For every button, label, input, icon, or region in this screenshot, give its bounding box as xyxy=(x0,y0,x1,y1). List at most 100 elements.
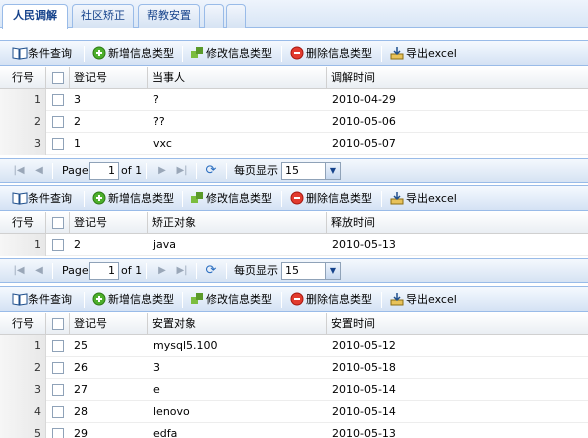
page-number-input[interactable]: 1 xyxy=(89,262,119,280)
date-cell: 2010-05-14 xyxy=(332,405,396,418)
header-party[interactable]: 当事人 xyxy=(148,67,327,89)
delete-type-button[interactable]: 删除信息类型 xyxy=(290,45,372,63)
per-page-select[interactable]: 15 ▼ xyxy=(281,262,341,280)
select-all-checkbox[interactable] xyxy=(52,217,64,229)
add-label: 新增信息类型 xyxy=(108,192,174,205)
edit-type-button[interactable]: 修改信息类型 xyxy=(190,190,272,208)
table-row[interactable]: 2 26 3 2010-05-18 xyxy=(0,357,588,379)
first-page-icon[interactable]: |◀ xyxy=(12,164,26,178)
toolbar-section-1: 条件查询 新增信息类型 修改信息类型 删除信息类型 导出excel xyxy=(0,40,588,66)
page-number-input[interactable]: 1 xyxy=(89,162,119,180)
delete-type-button[interactable]: 删除信息类型 xyxy=(290,291,372,309)
first-page-icon[interactable]: |◀ xyxy=(12,264,26,278)
subject-cell: lenovo xyxy=(153,405,190,418)
delete-type-button[interactable]: 删除信息类型 xyxy=(290,190,372,208)
subject-cell: e xyxy=(153,383,160,396)
tab-resettlement[interactable]: 帮教安置 xyxy=(138,4,200,28)
delete-icon xyxy=(290,191,304,205)
table-row[interactable]: 1 25 mysql5.100 2010-05-12 xyxy=(0,335,588,357)
row-checkbox[interactable] xyxy=(52,239,64,251)
table-row[interactable]: 5 29 edfa 2010-05-13 xyxy=(0,423,588,438)
date-cell: 2010-05-14 xyxy=(332,383,396,396)
header-reg-no[interactable]: 登记号 xyxy=(70,313,148,335)
table-row[interactable]: 1 3 ? 2010-04-29 xyxy=(0,89,588,111)
add-type-button[interactable]: 新增信息类型 xyxy=(92,45,174,63)
add-type-button[interactable]: 新增信息类型 xyxy=(92,291,174,309)
select-all-checkbox[interactable] xyxy=(52,72,64,84)
book-icon xyxy=(12,292,28,306)
last-page-icon[interactable]: ▶| xyxy=(175,264,189,278)
export-icon xyxy=(390,46,404,60)
row-checkbox[interactable] xyxy=(52,138,64,150)
row-checkbox[interactable] xyxy=(52,116,64,128)
table-row[interactable]: 3 27 e 2010-05-14 xyxy=(0,379,588,401)
add-label: 新增信息类型 xyxy=(108,47,174,60)
export-excel-button[interactable]: 导出excel xyxy=(390,190,457,208)
book-icon xyxy=(12,46,28,60)
subject-cell: mysql5.100 xyxy=(153,339,218,352)
per-page-label: 每页显示 xyxy=(234,164,278,177)
row-number: 1 xyxy=(0,335,46,357)
refresh-icon[interactable]: ⟳ xyxy=(204,164,218,178)
next-page-icon[interactable]: ▶ xyxy=(155,264,169,278)
row-checkbox[interactable] xyxy=(52,428,64,438)
last-page-icon[interactable]: ▶| xyxy=(175,164,189,178)
export-excel-button[interactable]: 导出excel xyxy=(390,45,457,63)
header-reg-no[interactable]: 登记号 xyxy=(70,212,148,234)
toolbar-separator xyxy=(281,46,282,62)
toolbar-separator xyxy=(381,46,382,62)
table-row[interactable]: 4 28 lenovo 2010-05-14 xyxy=(0,401,588,423)
prev-page-icon[interactable]: ◀ xyxy=(32,164,46,178)
delete-label: 删除信息类型 xyxy=(306,47,372,60)
subject-cell: 3 xyxy=(153,361,160,374)
add-type-button[interactable]: 新增信息类型 xyxy=(92,190,174,208)
header-correction-subject[interactable]: 矫正对象 xyxy=(148,212,327,234)
row-checkbox[interactable] xyxy=(52,384,64,396)
query-button[interactable]: 条件查询 xyxy=(12,45,72,63)
add-icon xyxy=(92,191,106,205)
page-count-label: of 1 xyxy=(121,164,143,177)
page-label: Page xyxy=(62,264,89,277)
toolbar-separator xyxy=(182,191,183,207)
tab-people-mediation[interactable]: 人民调解 xyxy=(2,4,68,29)
row-checkbox[interactable] xyxy=(52,94,64,106)
edit-label: 修改信息类型 xyxy=(206,293,272,306)
pager-separator xyxy=(196,263,197,279)
header-select-all xyxy=(46,212,70,234)
row-number: 4 xyxy=(0,401,46,423)
tab-blank-1[interactable] xyxy=(204,4,224,28)
query-label: 条件查询 xyxy=(28,192,72,205)
table-row[interactable]: 2 2 ?? 2010-05-06 xyxy=(0,111,588,133)
next-page-icon[interactable]: ▶ xyxy=(155,164,169,178)
table-row[interactable]: 3 1 vxc 2010-05-07 xyxy=(0,133,588,155)
per-page-select[interactable]: 15 ▼ xyxy=(281,162,341,180)
pager-separator xyxy=(226,263,227,279)
row-checkbox[interactable] xyxy=(52,340,64,352)
select-all-checkbox[interactable] xyxy=(52,318,64,330)
header-date[interactable]: 调解时间 xyxy=(327,67,588,89)
row-checkbox[interactable] xyxy=(52,406,64,418)
tab-blank-2[interactable] xyxy=(226,4,246,28)
header-reg-no[interactable]: 登记号 xyxy=(70,67,148,89)
table-row[interactable]: 1 2 java 2010-05-13 xyxy=(0,234,588,256)
refresh-icon[interactable]: ⟳ xyxy=(204,264,218,278)
header-release-date[interactable]: 释放时间 xyxy=(327,212,588,234)
prev-page-icon[interactable]: ◀ xyxy=(32,264,46,278)
export-label: 导出excel xyxy=(406,192,457,205)
party-cell: ?? xyxy=(153,115,165,128)
edit-type-button[interactable]: 修改信息类型 xyxy=(190,291,272,309)
query-button[interactable]: 条件查询 xyxy=(12,291,72,309)
header-resettle-date[interactable]: 安置时间 xyxy=(327,313,588,335)
pager-section-2: |◀ ◀ Page 1 of 1 ▶ ▶| ⟳ 每页显示 15 ▼ xyxy=(0,258,588,283)
query-button[interactable]: 条件查询 xyxy=(12,190,72,208)
row-checkbox[interactable] xyxy=(52,362,64,374)
pager-separator xyxy=(196,163,197,179)
pager-separator xyxy=(146,263,147,279)
edit-type-button[interactable]: 修改信息类型 xyxy=(190,45,272,63)
toolbar-separator xyxy=(182,46,183,62)
add-icon xyxy=(92,46,106,60)
tab-community-correction[interactable]: 社区矫正 xyxy=(72,4,134,28)
pager-separator xyxy=(52,163,53,179)
header-resettle-subject[interactable]: 安置对象 xyxy=(148,313,327,335)
export-excel-button[interactable]: 导出excel xyxy=(390,291,457,309)
